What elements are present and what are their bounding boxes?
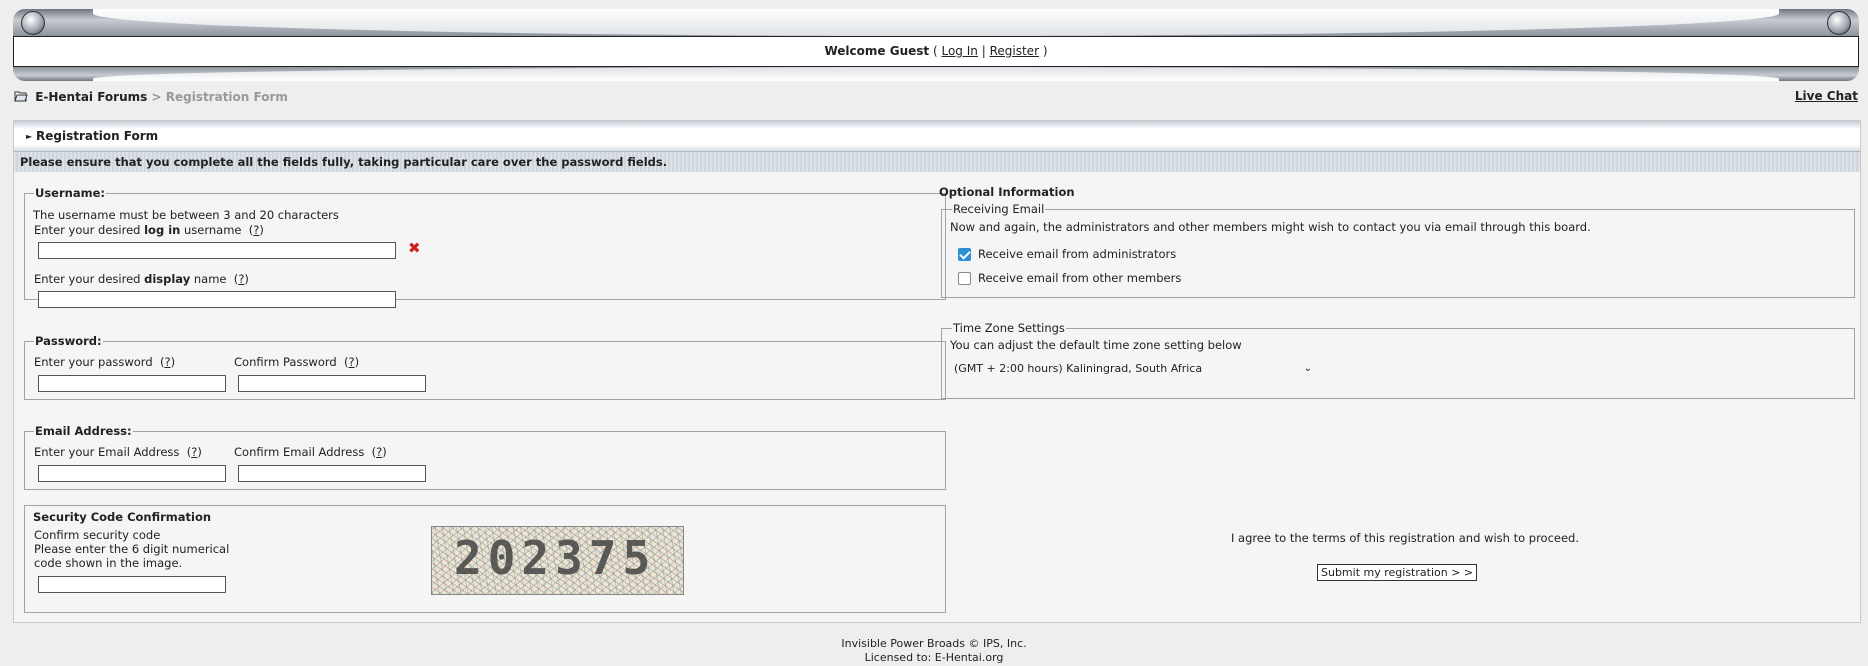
members-email-checkbox[interactable] xyxy=(958,272,971,285)
triangle-right-icon: ► xyxy=(26,132,33,141)
receiving-email-desc: Now and again, the administrators and ot… xyxy=(950,220,1591,234)
breadcrumb: E-Hentai Forums > Registration Form xyxy=(14,90,288,104)
password-input[interactable] xyxy=(38,375,226,392)
login-link[interactable]: Log In xyxy=(941,44,977,58)
breadcrumb-current: Registration Form xyxy=(165,90,288,104)
timezone-value: (GMT + 2:00 hours) Kaliningrad, South Af… xyxy=(954,362,1203,375)
registration-panel: ► Registration Form Please ensure that y… xyxy=(13,120,1861,623)
footer-line-2: Licensed to: E-Hentai.org xyxy=(864,651,1004,664)
confirm-email-help-link[interactable]: ? xyxy=(376,445,382,459)
username-fieldset: Username: The username must be between 3… xyxy=(24,186,946,308)
header-bottom-bar xyxy=(13,67,1859,81)
confirm-password-label-text: Confirm Password xyxy=(234,355,337,369)
agree-text: I agree to the terms of this registratio… xyxy=(1231,531,1580,545)
password-label: Enter your password (?) xyxy=(34,355,176,369)
password-label-text: Enter your password xyxy=(34,355,153,369)
login-label-prefix: Enter your desired xyxy=(34,223,141,237)
display-name-label: Enter your desired display name (?) xyxy=(34,272,249,286)
confirm-password-help-link[interactable]: ? xyxy=(349,355,355,369)
display-name-input[interactable] xyxy=(38,291,396,308)
security-code-input[interactable] xyxy=(38,576,226,593)
security-line-3: code shown in the image. xyxy=(34,556,183,570)
username-note: The username must be between 3 and 20 ch… xyxy=(33,208,339,222)
optional-info-title: Optional Information xyxy=(939,185,1075,199)
header-top-bar xyxy=(13,9,1859,36)
paren-open: ( xyxy=(932,44,938,58)
members-email-label: Receive email from other members xyxy=(978,271,1182,285)
welcome-bar: Welcome Guest ( Log In | Register ) xyxy=(13,36,1859,67)
captcha-image: 202375 xyxy=(431,526,684,595)
admin-email-label: Receive email from administrators xyxy=(978,247,1177,261)
username-legend: Username: xyxy=(35,186,105,200)
email-label-text: Enter your Email Address xyxy=(34,445,180,459)
confirm-password-input[interactable] xyxy=(238,375,426,392)
notice-text: Please ensure that you complete all the … xyxy=(20,155,668,169)
confirm-password-label: Confirm Password (?) xyxy=(234,355,360,369)
email-fieldset: Email Address: Enter your Email Address … xyxy=(24,424,946,490)
display-label-suffix: name xyxy=(193,272,227,286)
header-knob-right-icon xyxy=(1827,11,1851,35)
display-label-prefix: Enter your desired xyxy=(34,272,141,286)
chevron-down-icon: ⌄ xyxy=(1303,363,1312,374)
register-link[interactable]: Register xyxy=(990,44,1039,58)
login-help-link[interactable]: ? xyxy=(253,223,259,237)
timezone-fieldset: Time Zone Settings You can adjust the de… xyxy=(941,321,1855,399)
display-label-bold: display xyxy=(144,272,191,286)
login-username-input[interactable] xyxy=(38,242,396,259)
confirm-email-label: Confirm Email Address (?) xyxy=(234,445,387,459)
receiving-email-fieldset: Receiving Email Now and again, the admin… xyxy=(941,202,1855,298)
breadcrumb-forum-link[interactable]: E-Hentai Forums xyxy=(35,90,147,104)
email-label: Enter your Email Address (?) xyxy=(34,445,202,459)
captcha-text: 202375 xyxy=(454,531,657,585)
password-help-link[interactable]: ? xyxy=(164,355,170,369)
folder-icon xyxy=(14,91,28,102)
email-legend: Email Address: xyxy=(35,424,132,438)
password-fieldset: Password: Enter your password (?) Confir… xyxy=(24,334,946,400)
security-code-section: Security Code Confirmation Confirm secur… xyxy=(24,505,946,613)
submit-registration-button[interactable]: Submit my registration > > xyxy=(1317,564,1478,581)
form-titlebar: ► Registration Form xyxy=(14,121,1860,152)
header-knob-left-icon xyxy=(21,11,45,35)
live-chat-link[interactable]: Live Chat xyxy=(1795,89,1858,103)
email-help-link[interactable]: ? xyxy=(191,445,197,459)
invalid-x-icon: ✖ xyxy=(408,239,421,257)
board-header: Welcome Guest ( Log In | Register ) xyxy=(13,9,1859,81)
receiving-email-legend: Receiving Email xyxy=(953,202,1045,216)
admin-email-checkbox[interactable] xyxy=(958,248,971,261)
confirm-email-input[interactable] xyxy=(238,465,426,482)
login-label-suffix: username xyxy=(183,223,242,237)
password-legend: Password: xyxy=(35,334,102,348)
security-title: Security Code Confirmation xyxy=(33,510,212,524)
timezone-desc: You can adjust the default time zone set… xyxy=(950,338,1242,352)
breadcrumb-separator: > xyxy=(151,90,162,104)
login-label-bold: log in xyxy=(144,223,181,237)
timezone-legend: Time Zone Settings xyxy=(953,321,1065,335)
security-line-2: Please enter the 6 digit numerical xyxy=(34,542,230,556)
divider: | xyxy=(981,44,986,58)
display-help-link[interactable]: ? xyxy=(238,272,244,286)
security-line-1: Confirm security code xyxy=(34,528,161,542)
confirm-email-label-text: Confirm Email Address xyxy=(234,445,365,459)
form-title: Registration Form xyxy=(36,129,159,143)
welcome-text: Welcome Guest xyxy=(824,44,930,58)
paren-close: ) xyxy=(1042,44,1048,58)
footer-line-1: Invisible Power Broads © IPS, Inc. xyxy=(841,637,1027,650)
email-input[interactable] xyxy=(38,465,226,482)
timezone-select[interactable]: (GMT + 2:00 hours) Kaliningrad, South Af… xyxy=(948,360,1318,378)
notice-bar: Please ensure that you complete all the … xyxy=(14,152,1860,172)
login-username-label: Enter your desired log in username (?) xyxy=(34,223,264,237)
